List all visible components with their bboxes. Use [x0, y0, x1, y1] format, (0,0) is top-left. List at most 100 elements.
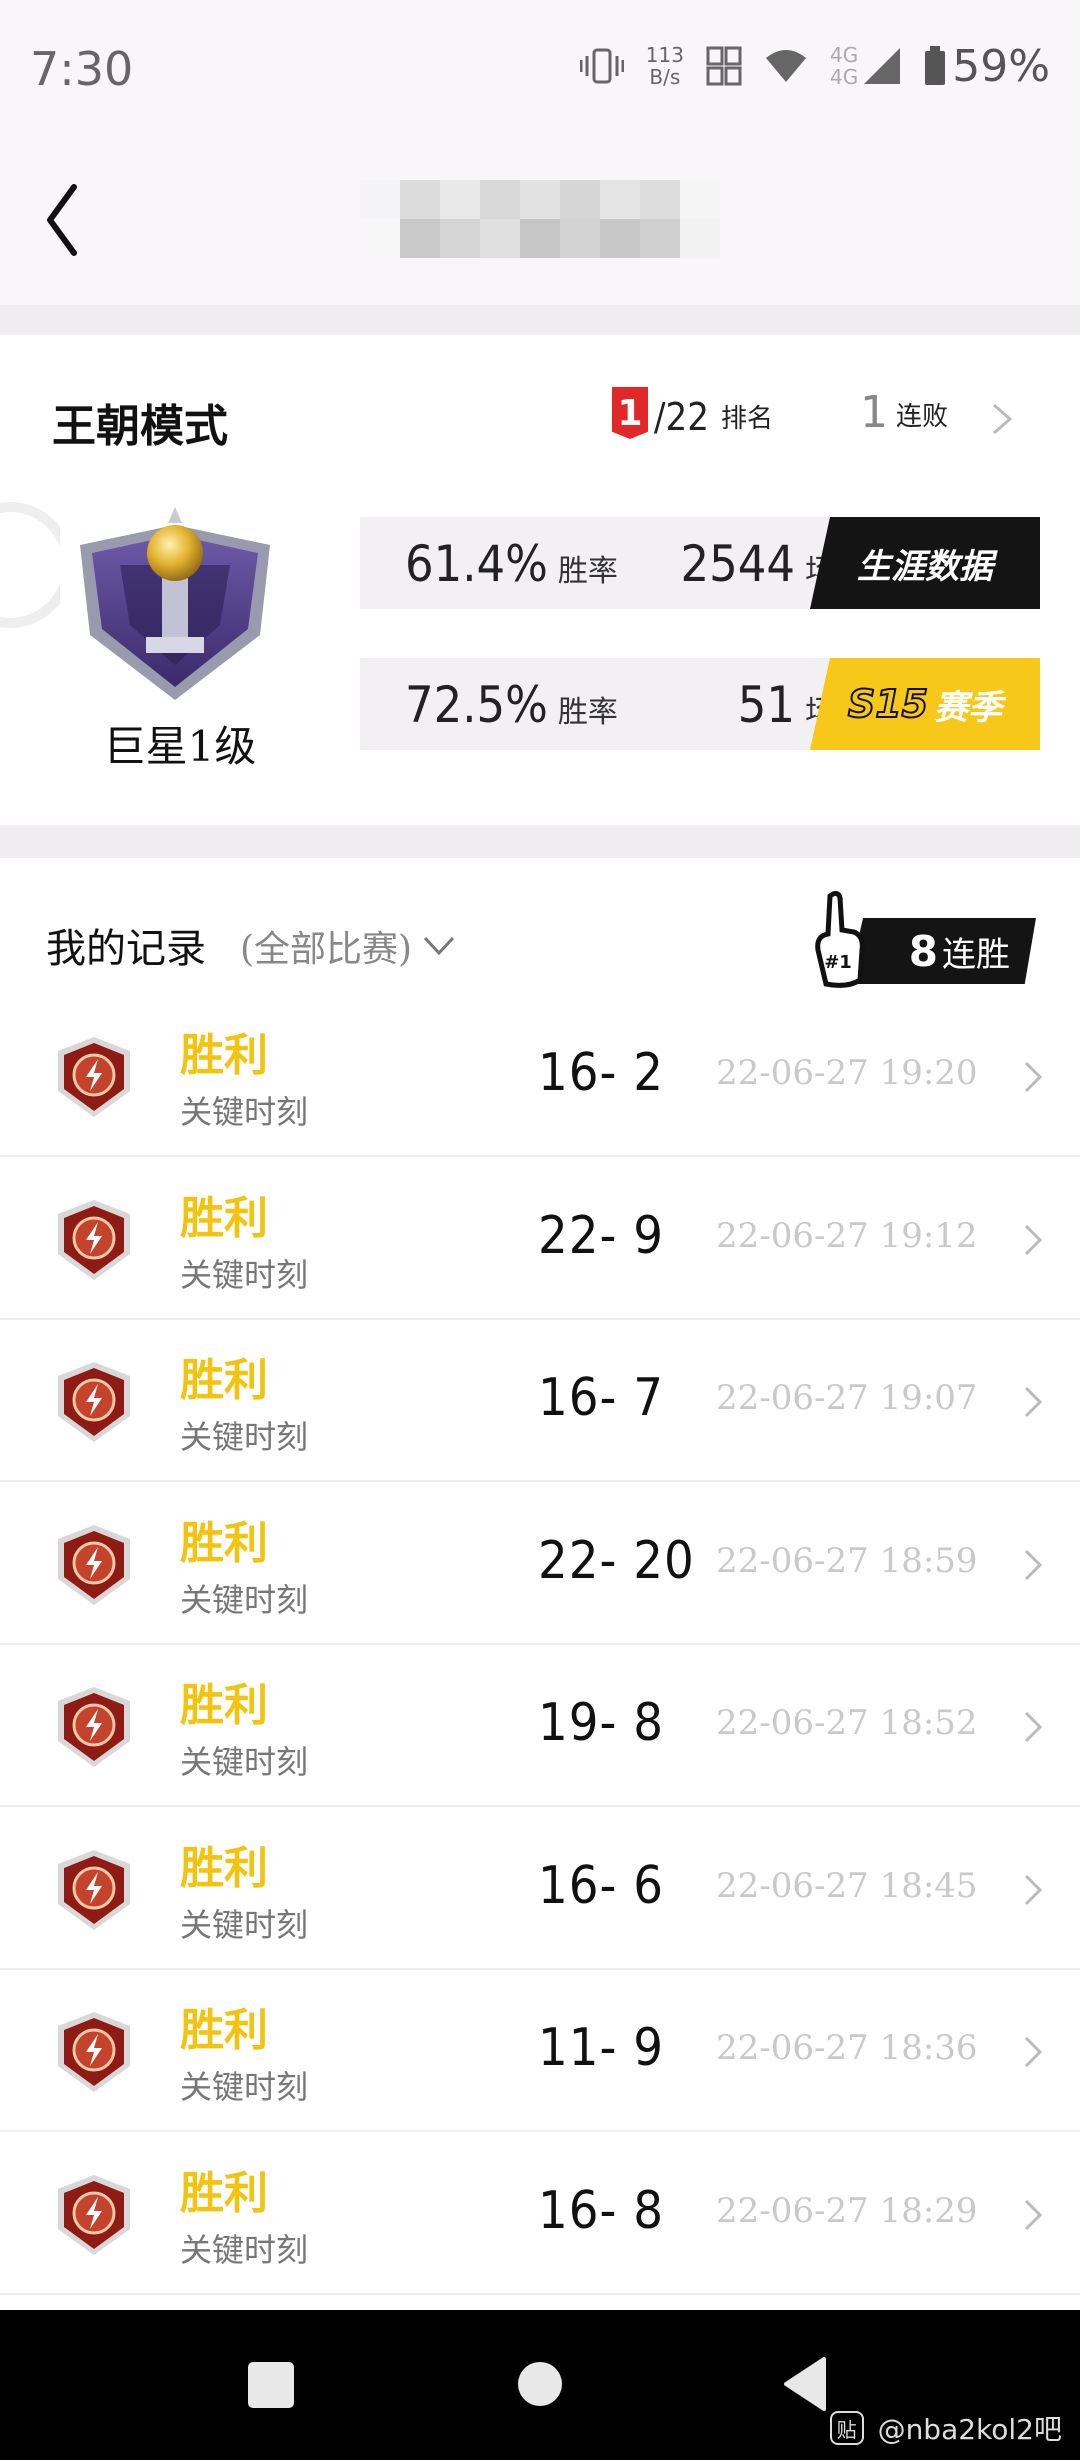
- season-code: S15: [847, 681, 929, 727]
- record-row[interactable]: 胜利关键时刻 16- 6 22-06-27 18:45: [0, 1810, 1080, 1970]
- mode-summary-card: 王朝模式 1 /22 排名 1 连败 巨星1级 61.4% 胜率 2544 生涯…: [0, 335, 1080, 825]
- mobile-data-label: 4G 4G: [830, 44, 858, 88]
- record-score: 16- 6: [538, 1856, 665, 1916]
- streak-label: 连败: [896, 402, 949, 432]
- signal-label-top: 4G: [829, 43, 859, 67]
- season-win-rate-value: 72.5%: [405, 676, 548, 734]
- net-speed: 113 B/s: [646, 44, 684, 88]
- clutch-mode-icon: [58, 2175, 130, 2255]
- record-result: 胜利: [180, 1193, 268, 1244]
- record-mode: 关键时刻: [180, 1418, 309, 1456]
- career-win-rate-value: 61.4%: [405, 535, 548, 593]
- vibrate-icon: [579, 48, 624, 84]
- back-triangle-icon[interactable]: [782, 2357, 826, 2411]
- record-score: 16- 2: [538, 1043, 665, 1103]
- record-row[interactable]: 胜利关键时刻 16- 7 22-06-27 19:07: [0, 1322, 1080, 1482]
- section-divider: [0, 825, 1080, 858]
- chevron-right-icon: [1024, 1386, 1043, 1418]
- clutch-mode-icon: [58, 1037, 130, 1117]
- record-mode: 关键时刻: [180, 1906, 309, 1944]
- clutch-mode-icon: [58, 2012, 130, 2092]
- season-stats-row[interactable]: 72.5% 胜率 51 场 S15 赛季: [360, 658, 1040, 750]
- chevron-right-icon: [1024, 2036, 1043, 2068]
- record-row[interactable]: 胜利 关键时刻 11- 9 22-06-27 18:36: [0, 1972, 1080, 2132]
- record-result: 胜利: [180, 1355, 268, 1406]
- chevron-right-icon: [1024, 1224, 1043, 1256]
- rank-badge: 1: [612, 387, 648, 439]
- chevron-right-icon: [1024, 1061, 1043, 1093]
- watermark-text: @nba2kol2吧: [877, 2413, 1062, 2446]
- tieba-logo-icon: 贴: [829, 2411, 864, 2445]
- record-row[interactable]: 胜利 关键时刻 22- 20 22-06-27 18:59: [0, 1485, 1080, 1645]
- season-win-rate-label: 胜率: [557, 695, 618, 730]
- record-date: 22-06-27 18:59: [716, 1541, 978, 1581]
- signal-icon: [864, 48, 901, 84]
- battery-icon: [925, 46, 946, 85]
- record-date: 22-06-27 19:20: [716, 1053, 978, 1093]
- career-stats-row[interactable]: 61.4% 胜率 2544 场 生涯数据: [360, 517, 1040, 609]
- record-score: 16- 8: [538, 2181, 665, 2241]
- record-date: 22-06-27 18:29: [716, 2191, 978, 2231]
- rank-emblem-icon: [80, 507, 270, 700]
- page-title-obscured: [360, 180, 720, 258]
- record-score: 22- 9: [538, 1206, 665, 1266]
- record-date: 22-06-27 18:52: [716, 1703, 978, 1743]
- record-score: 16- 7: [538, 1368, 665, 1428]
- background-crest-icon: [0, 502, 60, 628]
- signal-label-bottom: 4G: [829, 65, 859, 89]
- status-bar: 7:30 113 B/s 4G 4G 59%: [0, 0, 1080, 135]
- rank-total: /22: [654, 395, 710, 439]
- chevron-right-icon: [1024, 1711, 1043, 1743]
- record-mode: 关键时刻: [180, 2231, 309, 2269]
- rank-name: 巨星1级: [103, 722, 257, 771]
- page-header: [0, 135, 1080, 305]
- clutch-mode-icon: [58, 1687, 130, 1767]
- wifi-icon: [765, 50, 806, 82]
- recent-apps-square-icon[interactable]: [248, 2362, 294, 2408]
- chevron-right-icon[interactable]: [990, 399, 1014, 439]
- records-filter-label: (全部比赛): [240, 929, 413, 970]
- net-speed-unit: B/s: [649, 65, 681, 89]
- ranking: 1 /22 排名: [612, 387, 773, 439]
- foam-finger-icon: #1: [815, 890, 865, 988]
- win-streak-plate: 8 连胜: [848, 918, 1036, 984]
- record-score: 22- 20: [538, 1531, 695, 1591]
- record-date: 22-06-27 18:45: [716, 1866, 978, 1906]
- clutch-mode-icon: [58, 1525, 130, 1605]
- record-result: 胜利: [180, 1680, 268, 1731]
- mode-title: 王朝模式: [52, 401, 228, 452]
- win-streak-badge: 8 连胜 #1: [808, 890, 1036, 990]
- record-date: 22-06-27 19:07: [716, 1378, 978, 1418]
- record-date: 22-06-27 19:12: [716, 1216, 978, 1256]
- record-row[interactable]: 胜利 关键时刻 19- 8 22-06-27 18:52: [0, 1647, 1080, 1807]
- record-result: 胜利: [180, 1843, 268, 1894]
- career-data-button[interactable]: 生涯数据: [810, 517, 1040, 609]
- status-icons: 113 B/s 4G 4G 59%: [579, 38, 1050, 94]
- record-result: 胜利: [180, 1518, 268, 1569]
- back-chevron-icon[interactable]: [44, 175, 124, 265]
- records-title: 我的记录: [46, 926, 206, 972]
- record-mode: 关键时刻: [180, 1256, 309, 1294]
- record-mode: 关键时刻: [180, 1093, 309, 1131]
- win-streak-value: 8: [908, 926, 938, 976]
- status-time: 7:30: [30, 42, 134, 96]
- clutch-mode-icon: [58, 1200, 130, 1280]
- record-score: 11- 9: [538, 2018, 665, 2078]
- record-row[interactable]: 胜利关键时刻 16- 2 22-06-27 19:20: [0, 997, 1080, 1157]
- record-mode: 关键时刻: [180, 2068, 309, 2106]
- chevron-right-icon: [1024, 1874, 1043, 1906]
- record-mode: 关键时刻: [180, 1743, 309, 1781]
- record-row[interactable]: 胜利关键时刻 16- 8 22-06-27 18:29: [0, 2135, 1080, 2295]
- record-row[interactable]: 胜利关键时刻 22- 9 22-06-27 19:12: [0, 1160, 1080, 1320]
- home-circle-icon[interactable]: [517, 2361, 563, 2407]
- season-button[interactable]: S15 赛季: [810, 658, 1040, 750]
- season-games-value: 51: [737, 676, 795, 734]
- record-result: 胜利: [180, 1030, 268, 1081]
- season-win-rate: 72.5% 胜率: [405, 676, 618, 734]
- career-games: 2544 场: [681, 535, 835, 593]
- clutch-mode-icon: [58, 1362, 130, 1442]
- record-result: 胜利: [180, 2168, 268, 2219]
- streak-value: 1: [860, 387, 888, 438]
- rank-label: 排名: [721, 404, 774, 434]
- records-filter-dropdown[interactable]: (全部比赛): [240, 920, 456, 972]
